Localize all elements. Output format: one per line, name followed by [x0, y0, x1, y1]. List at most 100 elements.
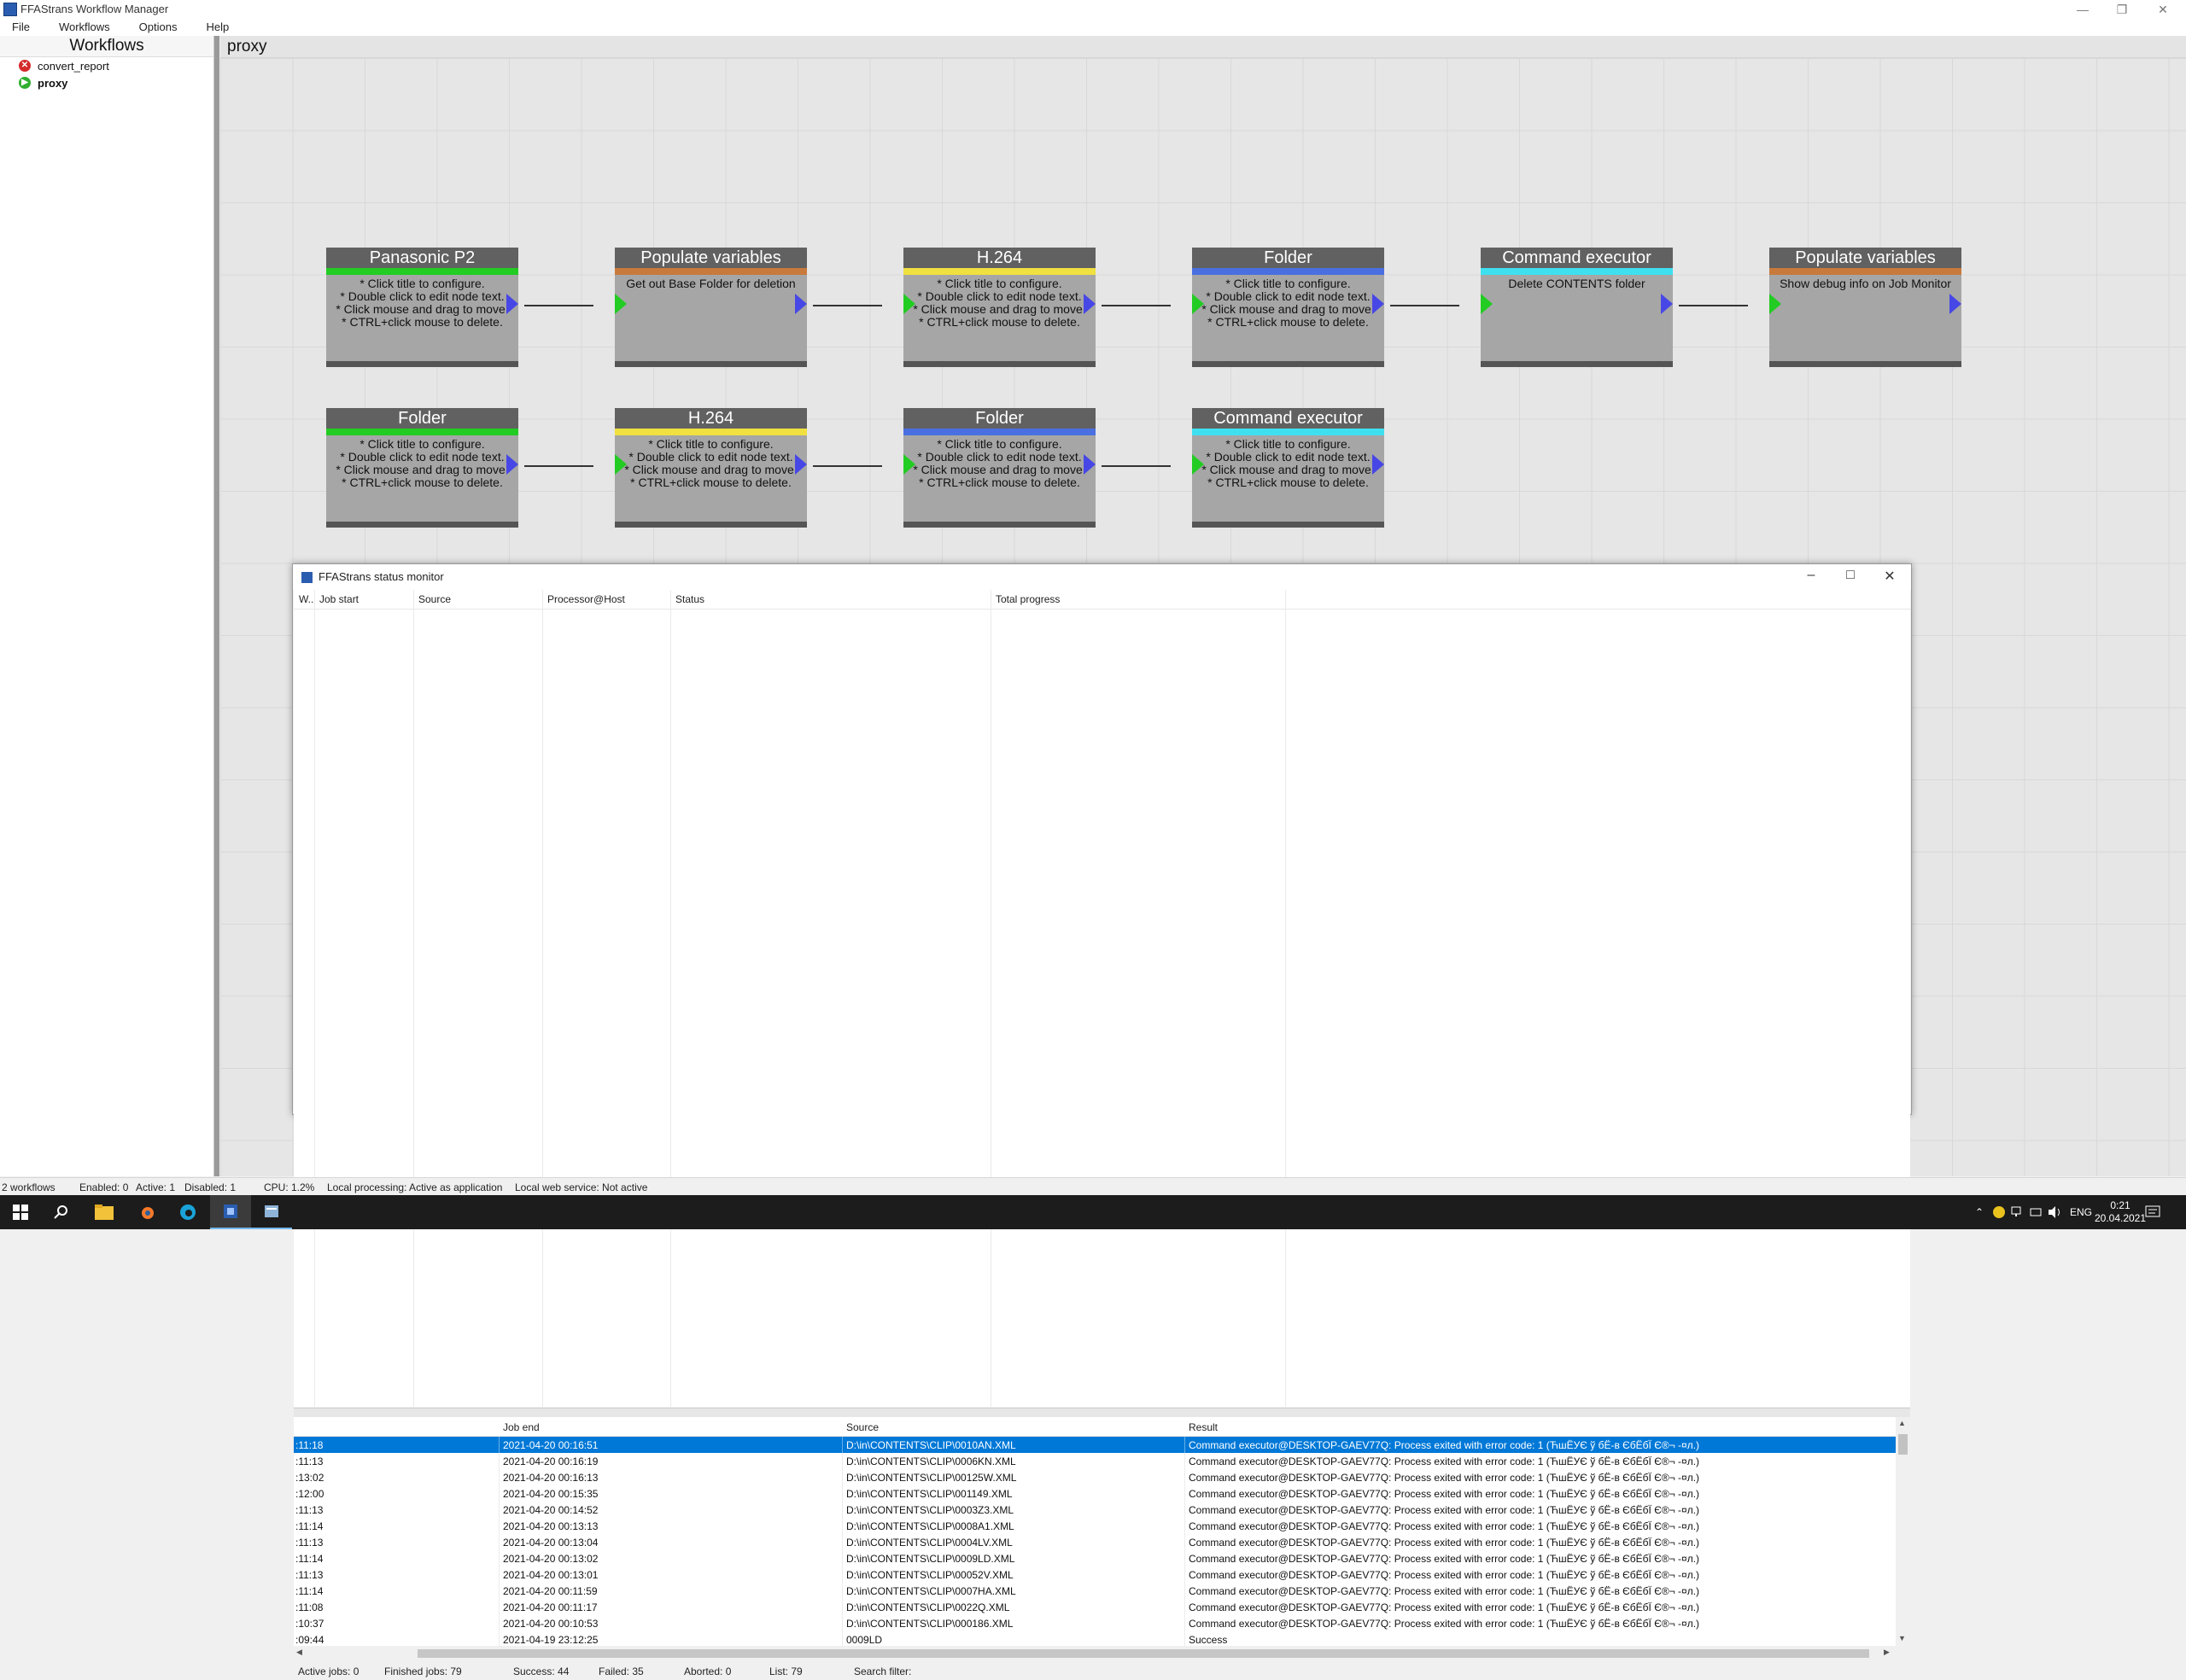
- job-result-cell: Command executor@DESKTOP-GAEV77Q: Proces…: [1189, 1585, 1700, 1597]
- edge-browser-icon[interactable]: [167, 1195, 208, 1229]
- column-header[interactable]: Result: [1189, 1421, 1218, 1433]
- tray-app-icon[interactable]: [1992, 1195, 2006, 1229]
- maximize-icon[interactable]: □: [1833, 568, 1867, 583]
- file-explorer-icon[interactable]: [84, 1195, 125, 1229]
- table-row[interactable]: :11:14 2021-04-20 00:11:59 D:\in\CONTENTS\…: [294, 1583, 1896, 1599]
- table-row[interactable]: :12:00 2021-04-20 00:15:35 D:\in\CONTENTS\…: [294, 1485, 1896, 1502]
- close-icon[interactable]: ✕: [1873, 568, 1907, 585]
- cell-divider: [1184, 1599, 1185, 1615]
- scroll-thumb[interactable]: [418, 1649, 1869, 1658]
- column-header[interactable]: Job start: [319, 593, 359, 605]
- volume-icon[interactable]: [2048, 1195, 2063, 1229]
- search-filter-label[interactable]: Search filter:: [854, 1665, 911, 1677]
- active-jobs-list[interactable]: [294, 610, 1910, 1407]
- menu-workflows[interactable]: Workflows: [47, 19, 110, 33]
- clock[interactable]: 0:21 20.04.2021: [2090, 1195, 2151, 1229]
- table-row[interactable]: :11:14 2021-04-20 00:13:02 D:\in\CONTENTS\…: [294, 1550, 1896, 1566]
- horizontal-scrollbar[interactable]: ◀ ▶: [294, 1646, 1896, 1660]
- ffastrans-manager-icon[interactable]: [210, 1195, 251, 1229]
- node-title[interactable]: Folder: [326, 408, 518, 429]
- node-title[interactable]: Panasonic P2: [326, 248, 518, 268]
- finished-jobs-list[interactable]: Job end Source Result :11:18 2021-04-20 0…: [294, 1417, 1896, 1646]
- close-icon[interactable]: ✕: [2143, 0, 2183, 19]
- input-pin[interactable]: [615, 454, 627, 475]
- action-center-icon[interactable]: [2145, 1195, 2160, 1229]
- menu-file[interactable]: File: [0, 19, 30, 33]
- column-header[interactable]: Processor@Host: [547, 593, 625, 605]
- menu-options[interactable]: Options: [127, 19, 178, 33]
- table-row[interactable]: :11:13 2021-04-20 00:16:19 D:\in\CONTENTS\…: [294, 1453, 1896, 1469]
- column-header[interactable]: Status: [675, 593, 704, 605]
- input-pin[interactable]: [1192, 454, 1204, 475]
- node-title[interactable]: Folder: [903, 408, 1096, 429]
- node-folder-2[interactable]: Folder * Click title to configure. * Dou…: [903, 408, 1096, 528]
- output-pin[interactable]: [506, 294, 518, 314]
- table-row[interactable]: :09:44 2021-04-19 23:12:25 0009LD Success: [294, 1631, 1896, 1646]
- notification-area-icon[interactable]: [2030, 1195, 2042, 1229]
- search-icon[interactable]: [41, 1195, 82, 1229]
- output-pin[interactable]: [1372, 294, 1384, 314]
- node-title[interactable]: H.264: [615, 408, 807, 429]
- node-populate-variables-debug[interactable]: Populate variables Show debug info on Jo…: [1769, 248, 1961, 367]
- blender-icon[interactable]: [126, 1195, 167, 1229]
- minimize-icon[interactable]: –: [1794, 568, 1828, 583]
- table-row[interactable]: :11:13 2021-04-20 00:13:04 D:\in\CONTENTS\…: [294, 1534, 1896, 1550]
- table-row[interactable]: :11:18 2021-04-20 00:16:51 D:\in\CONTENTS\…: [294, 1437, 1896, 1453]
- sidebar-splitter[interactable]: [214, 36, 219, 1176]
- windows-start-icon[interactable]: [0, 1195, 41, 1229]
- node-folder[interactable]: Folder * Click title to configure. * Dou…: [1192, 248, 1384, 367]
- output-pin[interactable]: [795, 294, 807, 314]
- output-pin[interactable]: [1661, 294, 1673, 314]
- table-row[interactable]: :11:13 2021-04-20 00:14:52 D:\in\CONTENTS\…: [294, 1502, 1896, 1518]
- menu-help[interactable]: Help: [194, 19, 229, 33]
- node-h264-2[interactable]: H.264 * Click title to configure. * Doub…: [615, 408, 807, 528]
- output-pin[interactable]: [1949, 294, 1961, 314]
- ffastrans-monitor-icon[interactable]: [251, 1195, 292, 1229]
- node-h264[interactable]: H.264 * Click title to configure. * Doub…: [903, 248, 1096, 367]
- input-pin[interactable]: [1481, 294, 1493, 314]
- node-title[interactable]: Populate variables: [615, 248, 807, 268]
- node-title[interactable]: Command executor: [1192, 408, 1384, 429]
- input-pin[interactable]: [903, 454, 915, 475]
- node-panasonic-p2[interactable]: Panasonic P2 * Click title to configure.…: [326, 248, 518, 367]
- node-title[interactable]: Folder: [1192, 248, 1384, 268]
- minimize-icon[interactable]: —: [2063, 0, 2102, 19]
- table-row[interactable]: :11:14 2021-04-20 00:13:13 D:\in\CONTENTS\…: [294, 1518, 1896, 1534]
- input-pin[interactable]: [903, 294, 915, 314]
- column-header[interactable]: Source: [846, 1421, 879, 1433]
- network-icon[interactable]: [2011, 1195, 2025, 1229]
- scroll-thumb[interactable]: [1898, 1434, 1908, 1455]
- node-title[interactable]: Populate variables: [1769, 248, 1961, 268]
- input-pin[interactable]: [1769, 294, 1781, 314]
- column-header[interactable]: Source: [418, 593, 451, 605]
- restore-icon[interactable]: ❐: [2102, 0, 2142, 19]
- output-pin[interactable]: [1084, 454, 1096, 475]
- table-row[interactable]: :13:02 2021-04-20 00:16:13 D:\in\CONTENTS\…: [294, 1469, 1896, 1485]
- table-row[interactable]: :10:37 2021-04-20 00:10:53 D:\in\CONTENTS\…: [294, 1615, 1896, 1631]
- column-header[interactable]: Job end: [503, 1421, 540, 1433]
- node-title[interactable]: H.264: [903, 248, 1096, 268]
- column-header[interactable]: W..: [299, 593, 313, 605]
- input-pin[interactable]: [615, 294, 627, 314]
- table-row[interactable]: :11:08 2021-04-20 00:11:17 D:\in\CONTENTS\…: [294, 1599, 1896, 1615]
- scroll-down-icon[interactable]: ▼: [1898, 1634, 1906, 1642]
- tray-chevron-icon[interactable]: ⌃: [1975, 1195, 1984, 1229]
- output-pin[interactable]: [795, 454, 807, 475]
- workflow-item-convert-report[interactable]: ✕ convert_report: [0, 57, 213, 74]
- scroll-left-icon[interactable]: ◀: [296, 1648, 302, 1657]
- table-row[interactable]: :11:13 2021-04-20 00:13:01 D:\in\CONTENTS\…: [294, 1566, 1896, 1583]
- node-command-executor[interactable]: Command executor Delete CONTENTS folder: [1481, 248, 1673, 367]
- node-populate-variables[interactable]: Populate variables Get out Base Folder f…: [615, 248, 807, 367]
- workflow-item-proxy[interactable]: ▶ proxy: [0, 74, 213, 91]
- input-pin[interactable]: [1192, 294, 1204, 314]
- column-header[interactable]: Total progress: [996, 593, 1060, 605]
- vertical-scrollbar[interactable]: ▲ ▼: [1896, 1417, 1910, 1646]
- node-folder-source[interactable]: Folder * Click title to configure. * Dou…: [326, 408, 518, 528]
- output-pin[interactable]: [1084, 294, 1096, 314]
- output-pin[interactable]: [506, 454, 518, 475]
- node-title[interactable]: Command executor: [1481, 248, 1673, 268]
- scroll-up-icon[interactable]: ▲: [1898, 1419, 1906, 1427]
- output-pin[interactable]: [1372, 454, 1384, 475]
- scroll-right-icon[interactable]: ▶: [1884, 1648, 1890, 1657]
- node-command-executor-2[interactable]: Command executor * Click title to config…: [1192, 408, 1384, 528]
